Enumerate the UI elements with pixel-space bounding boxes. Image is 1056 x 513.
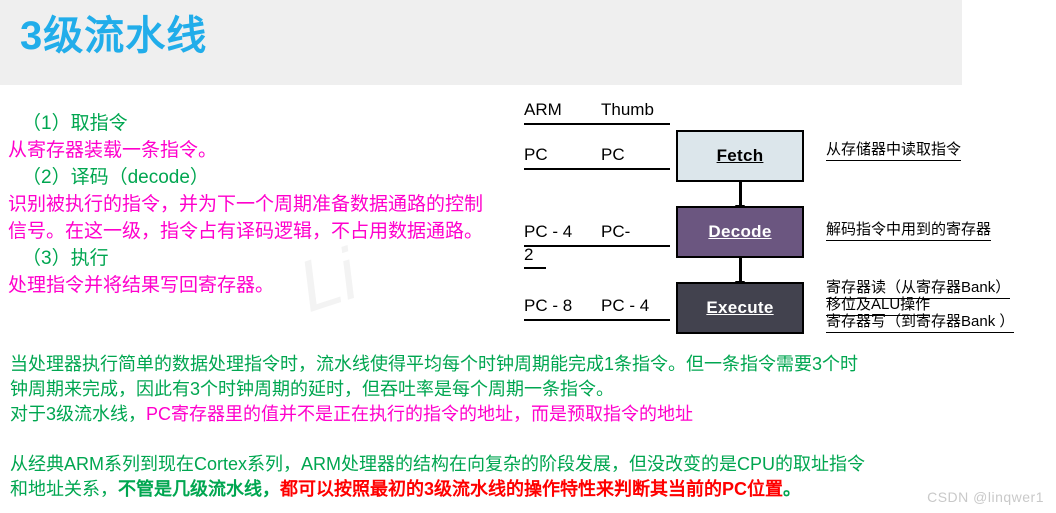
paragraph-1-line-1: 当处理器执行简单的数据处理指令时，流水线使得平均每个时钟周期能完成1条指令。但一… <box>10 354 859 374</box>
stage-fetch-label: Fetch <box>716 146 764 165</box>
step-2-body-line-2: 信号。在这一级，指令占有译码逻辑，不占用数据通路。 <box>8 221 484 242</box>
page-title: 3级流水线 <box>20 14 208 58</box>
pipeline-stage-fetch: Fetch <box>676 130 804 182</box>
step-3-body: 处理指令并将结果写回寄存器。 <box>8 275 275 296</box>
pipeline-stage-decode: Decode <box>676 206 804 258</box>
paragraph-2-segment-red-bold: 都可以按照最初的3级流水线的操作特性来判断其当前的PC位置 <box>280 479 784 499</box>
pc-table-header-row: ARM Thumb <box>524 100 670 125</box>
paragraph-2-segment-normal: 和地址关系， <box>10 479 118 499</box>
paragraph-2-line-2: 和地址关系，不管是几级流水线，都可以按照最初的3级流水线的操作特性来判断其当前的… <box>10 477 1040 502</box>
arrow-decode-to-execute-icon <box>735 258 745 290</box>
pipeline-stage-execute: Execute <box>676 282 804 334</box>
pc-row-2-thumb: PC- <box>601 222 631 241</box>
pc-row-1-arm: PC <box>524 145 548 164</box>
stage-execute-label: Execute <box>706 298 774 317</box>
step-2-body-line-1: 识别被执行的指令，并为下一个周期准备数据通路的控制 <box>8 194 484 215</box>
paragraph-2-line-1: 从经典ARM系列到现在Cortex系列，ARM处理器的结构在向复杂的阶段发展，但… <box>10 454 866 474</box>
paragraph-2-segment-green-bold: 不管是几级流水线， <box>118 479 280 499</box>
pc-table-col1-header: ARM <box>524 100 562 119</box>
pc-table-row-decode: PC - 4 PC- <box>524 222 670 247</box>
step-3-heading: （3）执行 <box>22 248 109 269</box>
pipeline-steps-list: （1）取指令 从寄存器装载一条指令。 （2）译码（decode） 识别被执行的指… <box>8 110 528 299</box>
paragraph-1-line-3-green: 对于3级流水线， <box>10 404 147 424</box>
paragraph-1-line-2: 钟周期来完成，因此有3个时钟周期的延时，但吞吐率是每个周期一条指令。 <box>10 379 615 399</box>
pc-table-row-fetch: PC PC <box>524 145 670 170</box>
pc-row-1-thumb: PC <box>601 145 625 164</box>
pc-row-2-arm: PC - 4 <box>524 222 573 241</box>
step-1-heading: （1）取指令 <box>22 113 128 134</box>
csdn-watermark: CSDN @linqwer1 <box>927 489 1044 505</box>
pc-row-3-thumb: PC - 4 <box>601 296 650 315</box>
paragraph-block-throughput: 当处理器执行简单的数据处理指令时，流水线使得平均每个时钟周期能完成1条指令。但一… <box>10 352 1040 427</box>
paragraph-1-line-3: 对于3级流水线，PC寄存器里的值并不是正在执行的指令的地址，而是预取指令的地址 <box>10 402 1040 427</box>
paragraph-1-line-3-magenta: PC寄存器里的值并不是正在执行的指令的地址，而是预取指令的地址 <box>146 404 694 424</box>
stage-decode-label: Decode <box>708 222 772 241</box>
pc-row-3-arm: PC - 8 <box>524 296 573 315</box>
pc-table-col2-header: Thumb <box>601 100 654 119</box>
paragraph-block-conclusion: 从经典ARM系列到现在Cortex系列，ARM处理器的结构在向复杂的阶段发展，但… <box>10 452 1040 502</box>
note-execute-line-3: 寄存器写（到寄存器Bank ） <box>826 312 1015 333</box>
paragraph-2-segment-period: 。 <box>783 479 802 499</box>
pc-row-2-thumb-wrap: 2 <box>524 245 546 269</box>
step-2-heading: （2）译码（decode） <box>22 167 209 188</box>
step-1-body: 从寄存器装载一条指令。 <box>8 140 218 161</box>
note-fetch-description: 从存储器中读取指令 <box>826 140 962 161</box>
arrow-fetch-to-decode-icon <box>735 182 745 214</box>
pc-table-row-execute: PC - 8 PC - 4 <box>524 296 670 321</box>
note-decode-description: 解码指令中用到的寄存器 <box>826 220 992 241</box>
